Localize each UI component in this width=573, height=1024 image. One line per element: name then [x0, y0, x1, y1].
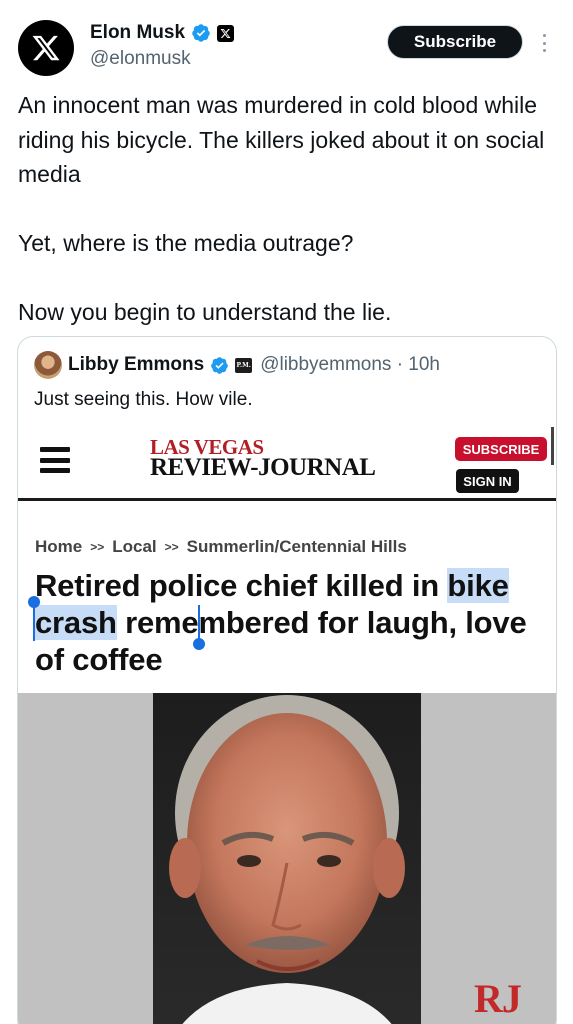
subscribe-button[interactable]: Subscribe: [387, 25, 523, 59]
article-photo: RJ: [18, 693, 556, 1024]
post-text: An innocent man was murdered in cold blo…: [18, 88, 558, 330]
scroll-edge: [551, 427, 554, 465]
article-screenshot: LAS VEGAS REVIEW-JOURNAL SUBSCRIBE SIGN …: [18, 427, 556, 1024]
portrait-image: [153, 693, 421, 1024]
x-logo-icon: [32, 35, 60, 61]
quote-author-name: Libby Emmons: [68, 354, 205, 375]
breadcrumb-section: Summerlin/Centennial Hills: [186, 537, 407, 556]
author-avatar[interactable]: [18, 20, 74, 76]
author-name[interactable]: Elon Musk: [90, 22, 185, 44]
quote-avatar: [34, 351, 62, 379]
post-header: Elon Musk @elonmusk Subscribe: [18, 18, 558, 78]
more-options-icon[interactable]: [538, 30, 550, 56]
breadcrumb-separator: >>: [164, 540, 179, 554]
breadcrumb-local: Local: [112, 537, 157, 556]
x-affiliate-badge-icon: [217, 24, 235, 42]
pm-affiliate-badge-icon: P.M.: [235, 357, 253, 373]
quoted-post[interactable]: Libby Emmons P.M. @libbyemmons · 10h Jus…: [17, 336, 557, 1024]
author-name-row: Elon Musk: [90, 22, 235, 44]
breadcrumb-separator: >>: [90, 540, 105, 554]
author-handle[interactable]: @elonmusk: [90, 48, 191, 70]
quote-text: Just seeing this. How vile.: [34, 389, 253, 410]
verified-badge-icon: [211, 356, 228, 374]
post-paragraph-2: Yet, where is the media outrage?: [18, 230, 354, 256]
breadcrumb: Home >> Local >> Summerlin/Centennial Hi…: [35, 537, 407, 557]
hamburger-menu-icon: [40, 447, 70, 473]
rj-subscribe-button: SUBSCRIBE: [455, 437, 547, 461]
article-headline: Retired police chief killed in bike cras…: [35, 568, 527, 677]
rj-logo-bottom: REVIEW-JOURNAL: [150, 454, 376, 481]
quote-author-handle: @libbyemmons · 10h: [260, 354, 440, 375]
rj-signin-button: SIGN IN: [456, 469, 519, 493]
post-paragraph-3: Now you begin to understand the lie.: [18, 299, 392, 325]
quote-header: Libby Emmons P.M. @libbyemmons · 10h: [34, 351, 440, 379]
selection-start-handle-icon: [28, 596, 40, 641]
selection-end-handle-icon: [193, 605, 205, 650]
post-paragraph-1: An innocent man was murdered in cold blo…: [18, 92, 545, 187]
rj-watermark: RJ: [474, 976, 522, 1021]
rj-navbar: LAS VEGAS REVIEW-JOURNAL SUBSCRIBE SIGN …: [18, 427, 556, 501]
verified-badge-icon: [192, 24, 210, 42]
breadcrumb-home: Home: [35, 537, 83, 556]
